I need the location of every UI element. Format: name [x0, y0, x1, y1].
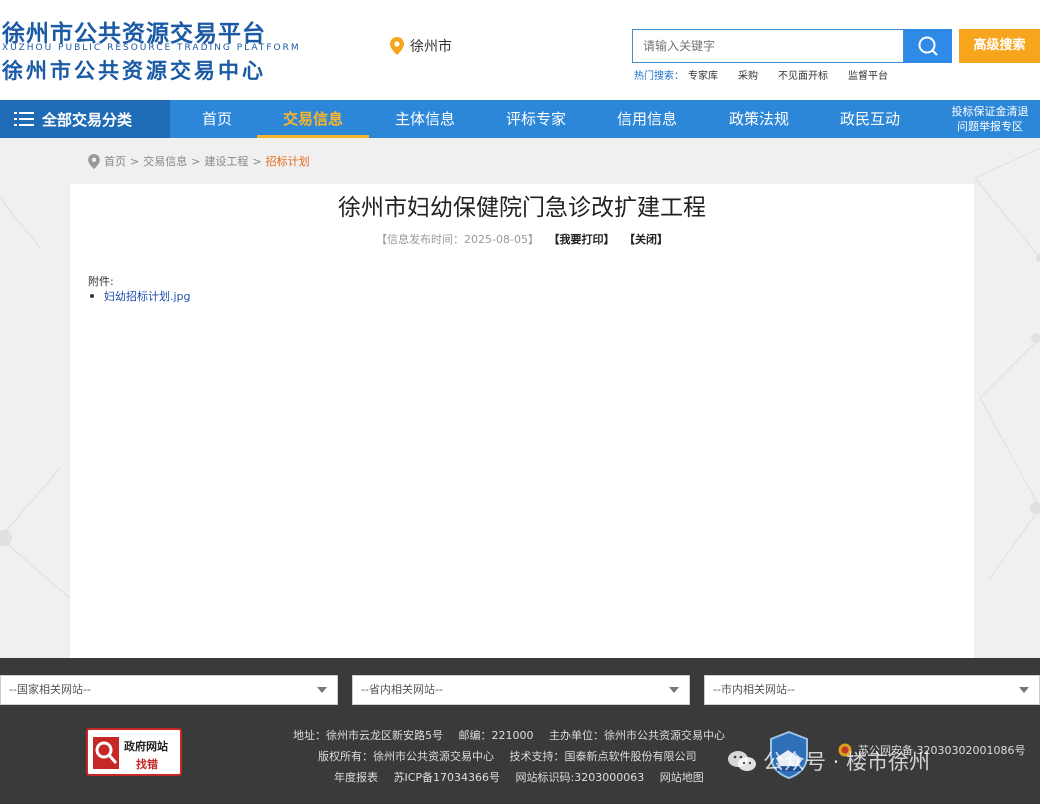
site-logo-english: XUZHOU PUBLIC RESOURCE TRADING PLATFORM [2, 43, 301, 53]
gov-badge-title: 政府网站 [124, 740, 168, 753]
close-button[interactable]: 【关闭】 [624, 233, 668, 246]
footer-copyright: 版权所有：徐州市公共资源交易中心 [318, 750, 494, 763]
article-title: 徐州市妇幼保健院门急诊改扩建工程 [338, 195, 706, 221]
publish-date: 【信息发布时间：2025-08-05】 [376, 233, 539, 246]
magnifier-icon [93, 737, 119, 769]
footer-line-2: 版权所有：徐州市公共资源交易中心 技术支持：国泰新点软件股份有限公司 [318, 748, 709, 764]
search-input[interactable] [632, 29, 904, 63]
hot-search-item[interactable]: 不见面开标 [778, 67, 828, 82]
hot-search-item[interactable]: 监督平台 [848, 67, 888, 82]
breadcrumb-separator: > [252, 154, 262, 168]
site-logo-subtitle: 徐州市公共资源交易中心 [2, 59, 266, 83]
all-categories-menu[interactable]: 全部交易分类 [0, 100, 170, 138]
national-sites-select[interactable]: --国家相关网站-- [0, 675, 338, 705]
nav-item-home[interactable]: 首页 [170, 100, 264, 138]
deposit-refund-link[interactable]: 投标保证金清退 [940, 104, 1040, 119]
icp-link[interactable]: 苏ICP备17034366号 [394, 771, 501, 784]
site-header: 徐州市公共资源交易平台 XUZHOU PUBLIC RESOURCE TRADI… [0, 0, 1040, 100]
nav-item-policy[interactable]: 政策法规 [703, 100, 815, 138]
annual-report-link[interactable]: 年度报表 [334, 771, 378, 784]
search-icon [918, 36, 938, 56]
breadcrumb-current[interactable]: 招标计划 [266, 153, 310, 169]
print-button[interactable]: 【我要打印】 [548, 233, 614, 246]
footer-host: 主办单位：徐州市公共资源交易中心 [549, 729, 725, 742]
watermark-text: 公众号 · 楼市徐州 [763, 750, 931, 774]
search-button[interactable] [904, 29, 952, 63]
city-sites-value: --市内相关网站-- [713, 683, 795, 696]
breadcrumb-trading-info[interactable]: 交易信息 [143, 153, 187, 169]
hot-search-item[interactable]: 采购 [738, 67, 758, 82]
nav-special-links: 投标保证金清退 问题举报专区 [940, 104, 1040, 134]
attachment-link[interactable]: 妇幼招标计划.jpg [104, 288, 191, 304]
footer-line-3: 年度报表 苏ICP备17034366号 网站标识码:3203000063 网站地… [334, 769, 716, 785]
main-nav: 全部交易分类 首页 交易信息 主体信息 评标专家 信用信息 政策法规 政民互动 … [0, 100, 1040, 138]
provincial-sites-select[interactable]: --省内相关网站-- [352, 675, 690, 705]
site-code: 网站标识码:3203000063 [515, 771, 645, 784]
site-footer: 政府网站 找错 地址：徐州市云龙区新安路5号 邮编：221000 主办单位：徐州… [0, 708, 1040, 804]
breadcrumb-separator: > [191, 154, 201, 168]
location-pin-icon [390, 37, 404, 55]
hot-search-label: 热门搜索： [634, 71, 684, 82]
provincial-sites-value: --省内相关网站-- [361, 683, 443, 696]
gov-badge-subtitle: 找错 [136, 758, 158, 771]
related-sites-bar: --国家相关网站-- --省内相关网站-- --市内相关网站-- [0, 658, 1040, 708]
wechat-icon [728, 751, 756, 771]
footer-address: 地址：徐州市云龙区新安路5号 [293, 729, 443, 742]
nav-item-credit-info[interactable]: 信用信息 [591, 100, 703, 138]
chevron-down-icon [669, 687, 679, 693]
national-sites-value: --国家相关网站-- [9, 683, 91, 696]
attachment-label: 附件: [88, 275, 114, 288]
location-label: 徐州市 [410, 39, 452, 55]
chevron-down-icon [317, 687, 327, 693]
footer-line-1: 地址：徐州市云龙区新安路5号 邮编：221000 主办单位：徐州市公共资源交易中… [293, 727, 737, 743]
location-selector[interactable]: 徐州市 [390, 36, 452, 56]
footer-postcode: 邮编：221000 [458, 729, 534, 742]
breadcrumb: 首页 > 交易信息 > 建设工程 > 招标计划 [88, 153, 310, 169]
list-menu-icon [14, 112, 34, 126]
nav-item-subject-info[interactable]: 主体信息 [369, 100, 481, 138]
hot-search-item[interactable]: 专家库 [688, 67, 718, 82]
nav-item-interaction[interactable]: 政民互动 [814, 100, 926, 138]
all-categories-label: 全部交易分类 [42, 110, 133, 129]
report-zone-link[interactable]: 问题举报专区 [940, 119, 1040, 134]
nav-item-trading-info[interactable]: 交易信息 [257, 100, 369, 138]
wechat-watermark: 公众号 · 楼市徐州 [727, 746, 930, 776]
breadcrumb-construction[interactable]: 建设工程 [204, 153, 248, 169]
breadcrumb-separator: > [130, 154, 140, 168]
chevron-down-icon [1019, 687, 1029, 693]
location-pin-icon [88, 153, 100, 169]
nav-item-experts[interactable]: 评标专家 [480, 100, 592, 138]
bullet-icon [90, 294, 94, 298]
gov-site-error-badge[interactable]: 政府网站 找错 [86, 728, 182, 776]
list-item: 妇幼招标计划.jpg [90, 288, 191, 304]
advanced-search-button[interactable]: 高级搜索 [959, 29, 1040, 63]
sitemap-link[interactable]: 网站地图 [660, 771, 704, 784]
city-sites-select[interactable]: --市内相关网站-- [704, 675, 1040, 705]
article-panel: 徐州市妇幼保健院门急诊改扩建工程 【信息发布时间：2025-08-05】 【我要… [70, 184, 974, 658]
hot-search: 热门搜索： 专家库 采购 不见面开标 监督平台 [634, 67, 908, 82]
article-meta: 【信息发布时间：2025-08-05】 【我要打印】 【关闭】 [70, 231, 974, 247]
footer-tech-support: 技术支持：国泰新点软件股份有限公司 [509, 750, 697, 763]
attachment-list: 妇幼招标计划.jpg [90, 288, 191, 304]
breadcrumb-home[interactable]: 首页 [104, 153, 126, 169]
